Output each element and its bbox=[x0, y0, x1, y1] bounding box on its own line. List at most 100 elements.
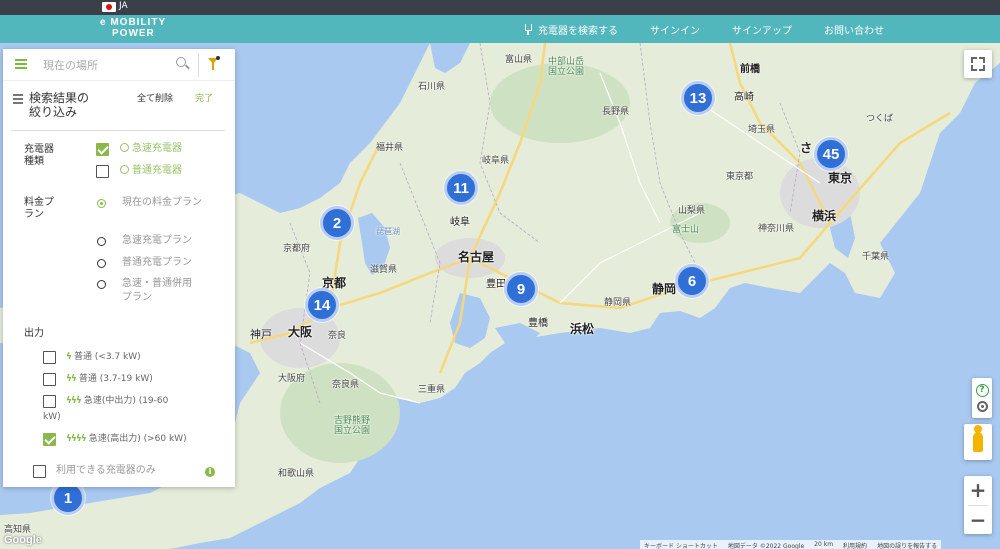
logo-line2: POWER bbox=[112, 28, 155, 39]
map-label: 浜松 bbox=[570, 322, 595, 336]
map-data-credit: 地図データ ©2022 Google bbox=[727, 543, 805, 549]
search-icon[interactable] bbox=[176, 57, 190, 71]
map-label: 石川県 bbox=[418, 82, 446, 92]
park-label: 吉野熊野 国立公園 bbox=[334, 416, 371, 436]
map-label: 富士山 bbox=[672, 225, 700, 235]
logo[interactable]: e MOBILITY POWER bbox=[100, 17, 180, 41]
output-label: 出力 bbox=[24, 328, 44, 339]
radio-combined-plan[interactable] bbox=[97, 280, 106, 289]
cluster-marker[interactable]: 6 bbox=[675, 264, 709, 298]
report-error-link[interactable]: 地図の誤りを報告する bbox=[877, 541, 937, 549]
sliders-icon bbox=[13, 93, 23, 104]
radio-rapid-plan[interactable] bbox=[97, 237, 106, 246]
filter-title-line2: 絞り込み bbox=[29, 105, 78, 119]
nav-signup[interactable]: サインアップ bbox=[716, 22, 808, 37]
google-logo: Google bbox=[4, 534, 42, 546]
cluster-marker[interactable]: 14 bbox=[305, 288, 339, 322]
help-icon[interactable]: ? bbox=[975, 384, 989, 397]
cluster-marker[interactable]: 2 bbox=[320, 206, 354, 240]
map-label: さ bbox=[800, 141, 813, 155]
nav-label: サインアップ bbox=[732, 25, 792, 37]
option-output-rapid-mid-line2: kW) bbox=[43, 412, 61, 422]
nav-search-charger[interactable]: 充電器を検索する bbox=[507, 22, 634, 37]
filter-title: 検索結果の 絞り込み bbox=[13, 91, 89, 119]
fullscreen-icon-corner bbox=[979, 65, 985, 71]
pegman-icon bbox=[973, 425, 983, 452]
zoom-in-button[interactable]: + bbox=[964, 476, 992, 505]
fullscreen-icon-corner bbox=[971, 65, 977, 71]
nav-label: お問い合わせ bbox=[824, 25, 884, 37]
map-label: 千葉県 bbox=[862, 252, 890, 262]
street-view-pegman[interactable] bbox=[964, 424, 992, 460]
my-location-icon[interactable] bbox=[976, 401, 988, 412]
option-normal-plan: 普通充電プラン bbox=[122, 257, 192, 268]
menu-icon[interactable] bbox=[15, 59, 27, 69]
language-bar: JA bbox=[0, 0, 1000, 15]
checkbox-available-only[interactable] bbox=[33, 465, 46, 478]
map-label: 奈良県 bbox=[332, 380, 360, 390]
map-label: 長野県 bbox=[602, 107, 630, 117]
zoom-controls: + − bbox=[964, 476, 992, 534]
bolt-icon: ϟϟϟϟ bbox=[66, 434, 87, 444]
cluster-marker[interactable]: 11 bbox=[444, 171, 478, 205]
map-attribution: キーボード ショートカット 地図データ ©2022 Google 20 km 利… bbox=[640, 540, 942, 549]
japan-flag-icon[interactable] bbox=[102, 2, 116, 12]
option-label: 急速・普通併用 bbox=[122, 278, 192, 289]
option-rapid-charger: 急速充電器 bbox=[120, 142, 182, 156]
location-search-input[interactable] bbox=[43, 55, 173, 75]
map-label: 名古屋 bbox=[458, 250, 495, 264]
charger-icon bbox=[120, 143, 129, 152]
nav-signin[interactable]: サインイン bbox=[634, 22, 716, 37]
map-label: 中部山岳 国立公園 bbox=[548, 57, 584, 77]
map-label: 富山県 bbox=[505, 55, 533, 65]
charger-icon bbox=[120, 165, 129, 174]
option-output-rapid-mid: ϟϟϟ 急速(中出力) (19-60 bbox=[66, 394, 168, 408]
map-scale: 20 km bbox=[814, 541, 834, 548]
price-plan-label-line2: ラン bbox=[24, 209, 44, 220]
checkbox-normal-charger[interactable] bbox=[96, 165, 109, 178]
clear-all-button[interactable]: 全て削除 bbox=[137, 91, 173, 104]
info-icon[interactable]: i bbox=[205, 467, 215, 477]
map-label: 奈良 bbox=[328, 331, 347, 341]
cluster-marker[interactable]: 45 bbox=[814, 137, 848, 171]
cluster-marker[interactable]: 9 bbox=[504, 272, 538, 306]
filter-icon[interactable] bbox=[208, 58, 220, 72]
map-label: 岐阜 bbox=[450, 217, 470, 228]
option-output-normal-high: ϟϟ 普通 (3.7-19 kW) bbox=[66, 372, 153, 386]
checkbox-output-rapid-high[interactable] bbox=[43, 433, 56, 446]
filter-active-dot bbox=[216, 56, 220, 60]
map-label: 大阪府 bbox=[278, 374, 306, 384]
radio-current-plan[interactable] bbox=[97, 199, 106, 208]
terms-link[interactable]: 利用規約 bbox=[843, 541, 867, 549]
cluster-marker[interactable]: 13 bbox=[681, 81, 715, 115]
header: e MOBILITY POWER 充電器を検索する サインイン サインアップ お… bbox=[0, 15, 1000, 43]
price-plan-label-line1: 料金プ bbox=[24, 197, 54, 208]
filter-panel: 検索結果の 絞り込み 全て削除 完了 充電器 種類 急速充電器 普通充電器 料金… bbox=[3, 49, 235, 487]
option-rapid-plan: 急速充電プラン bbox=[122, 235, 192, 246]
map-label: 岐阜県 bbox=[482, 156, 510, 166]
fullscreen-button[interactable] bbox=[964, 50, 992, 78]
map-help-controls: ? bbox=[972, 378, 992, 418]
option-label: 普通 (3.7-19 kW) bbox=[78, 374, 153, 384]
zoom-out-button[interactable]: − bbox=[964, 506, 992, 535]
radio-normal-plan[interactable] bbox=[97, 259, 106, 268]
checkbox-output-normal-high[interactable] bbox=[43, 373, 56, 386]
done-button[interactable]: 完了 bbox=[195, 91, 213, 104]
checkbox-rapid-charger[interactable] bbox=[96, 143, 109, 156]
option-normal-charger: 普通充電器 bbox=[120, 164, 182, 178]
checkbox-output-normal-low[interactable] bbox=[43, 351, 56, 364]
keyboard-shortcuts-link[interactable]: キーボード ショートカット bbox=[644, 541, 718, 549]
option-label: 急速充電器 bbox=[132, 143, 182, 154]
bolt-icon: ϟϟ bbox=[66, 374, 77, 384]
map-label: 神奈川県 bbox=[758, 224, 795, 234]
map-label: 京都府 bbox=[283, 244, 311, 254]
bolt-icon: ϟϟϟ bbox=[66, 396, 82, 406]
option-label: 普通 (<3.7 kW) bbox=[73, 352, 141, 362]
nav-contact[interactable]: お問い合わせ bbox=[808, 22, 1000, 37]
language-selector[interactable]: JA bbox=[119, 1, 128, 11]
map-label: 東京都 bbox=[726, 172, 754, 182]
option-current-plan: 現在の料金プラン bbox=[122, 197, 202, 208]
bolt-icon: ϟ bbox=[66, 352, 72, 362]
checkbox-output-rapid-mid[interactable] bbox=[43, 395, 56, 408]
map-label: つくば bbox=[866, 114, 894, 124]
